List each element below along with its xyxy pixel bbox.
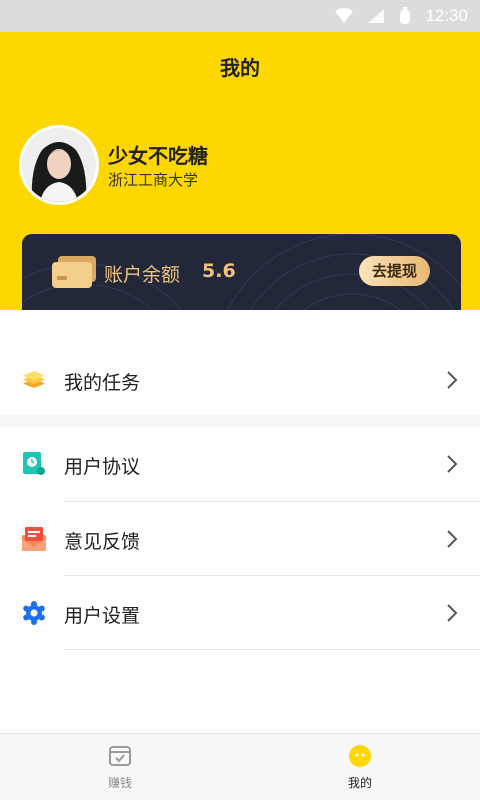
menu-item-settings[interactable]: 用户设置 (0, 576, 480, 650)
chevron-right-icon (447, 455, 458, 473)
tab-mine[interactable]: 我的 (240, 734, 480, 800)
divider (64, 649, 480, 650)
chevron-right-icon (447, 371, 458, 389)
profile-school: 浙江工商大学 (108, 171, 199, 189)
menu-item-agreement[interactable]: 用户协议 (0, 427, 480, 501)
battery-icon (400, 7, 411, 24)
wifi-icon (335, 8, 354, 23)
status-bar: 12:30 (0, 0, 480, 32)
layers-icon (23, 371, 45, 388)
tab-earn[interactable]: 赚钱 (0, 734, 240, 800)
withdraw-button[interactable]: 去提现 (359, 256, 430, 286)
menu-label-feedback: 意见反馈 (64, 531, 141, 553)
menu-label-tasks: 我的任务 (64, 372, 141, 394)
bottom-tab-bar: 赚钱 我的 (0, 733, 480, 800)
smile-icon (349, 745, 371, 767)
avatar[interactable] (19, 125, 99, 205)
chevron-right-icon (447, 530, 458, 548)
card-icon (52, 256, 96, 288)
signal-icon (368, 9, 385, 23)
page-title: 我的 (220, 56, 260, 80)
menu-label-settings: 用户设置 (64, 605, 141, 627)
chevron-right-icon (447, 604, 458, 622)
status-time: 12:30 (425, 6, 468, 25)
balance-value: 5.6 (202, 260, 236, 282)
tab-mine-label: 我的 (347, 776, 372, 790)
checklist-icon (109, 746, 131, 766)
profile-header: 我的 少女不吃糖 浙江工商大学 账户余额 5.6 去提现 (0, 32, 480, 310)
tab-earn-label: 赚钱 (107, 776, 132, 790)
profile-name: 少女不吃糖 (108, 144, 208, 168)
section-gap (0, 415, 480, 427)
balance-label: 账户余额 (104, 264, 181, 286)
menu-item-feedback[interactable]: 意见反馈 (0, 502, 480, 576)
document-clock-icon (23, 452, 45, 475)
gear-icon (23, 601, 45, 625)
balance-card: 账户余额 5.6 去提现 (22, 234, 461, 310)
mail-icon (22, 527, 46, 551)
menu-item-tasks[interactable]: 我的任务 (0, 343, 480, 417)
menu-label-agreement: 用户协议 (64, 456, 141, 478)
